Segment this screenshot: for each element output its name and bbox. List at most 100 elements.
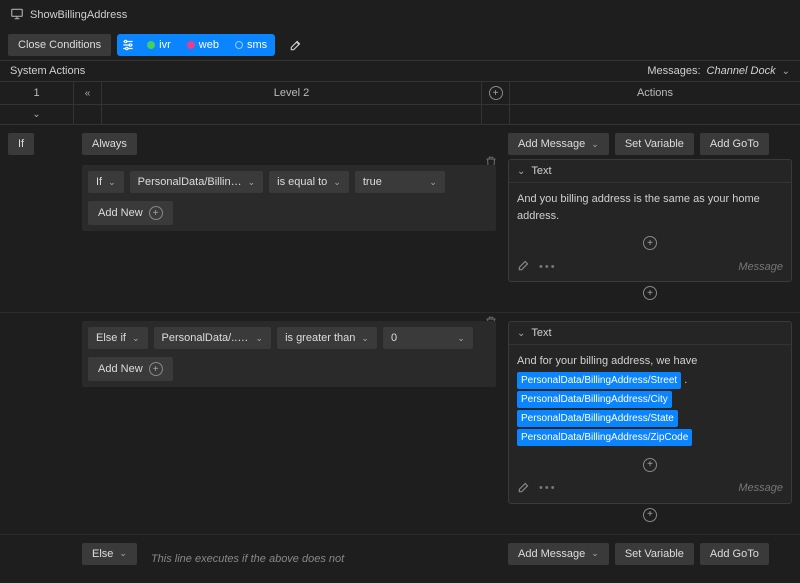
expand-toggle[interactable]: ⌄	[0, 105, 74, 124]
message-prefix: And for your billing address, we have	[517, 355, 697, 367]
set-variable-button[interactable]: Set Variable	[615, 543, 694, 565]
cond-value-select[interactable]: 0⌄	[383, 327, 473, 349]
spacer	[102, 105, 482, 124]
col-level: Level 2	[102, 82, 482, 104]
message-block: ⌄Text And you billing address is the sam…	[508, 159, 792, 282]
label: PersonalData/Billin…	[138, 176, 242, 188]
message-footer-label: Message	[738, 261, 783, 273]
label: Add Message	[518, 138, 585, 150]
sub-toolbar: System Actions Messages: Channel Dock ⌄	[0, 61, 800, 82]
else-hint: This line executes if the above does not	[147, 543, 348, 575]
channel-selector[interactable]: ivr web sms	[117, 34, 275, 56]
edit-message-icon[interactable]	[517, 258, 531, 275]
channel-ivr[interactable]: ivr	[139, 35, 179, 55]
message-header[interactable]: ⌄Text	[509, 160, 791, 183]
branch-row-2: Else if ⌄ PersonalData/../Zi…⌄ is greater…	[0, 313, 800, 535]
variable-token[interactable]: PersonalData/BillingAddress/State	[517, 410, 678, 427]
add-action-below[interactable]: +	[508, 282, 792, 304]
tag-label: Always	[92, 138, 127, 150]
add-new-condition-button[interactable]: Add New +	[88, 357, 173, 381]
col-collapse[interactable]: «	[74, 82, 102, 104]
cond-value-select[interactable]: true ⌄	[355, 171, 445, 193]
grid-header: 1 « Level 2 + Actions	[0, 82, 800, 105]
cond-kind-select[interactable]: Else if ⌄	[88, 327, 148, 349]
status-dot-icon	[235, 41, 243, 49]
add-message-button[interactable]: Add Message⌄	[508, 543, 609, 565]
chevron-down-icon: ⌄	[132, 333, 140, 344]
dock-prefix: Messages:	[647, 65, 700, 77]
spacer	[510, 105, 800, 124]
tag-label: Else	[92, 548, 113, 560]
message-block: ⌄Text And for your billing address, we h…	[508, 321, 792, 504]
message-type-label: Text	[531, 327, 551, 339]
cond-op-select[interactable]: is greater than ⌄	[277, 327, 377, 349]
col-add[interactable]: +	[482, 82, 510, 104]
plus-icon: +	[149, 362, 163, 376]
always-tag[interactable]: Always	[82, 133, 137, 155]
variable-token[interactable]: PersonalData/BillingAddress/Street	[517, 372, 681, 389]
add-message-button[interactable]: Add Message ⌄	[508, 133, 609, 155]
add-line-button[interactable]: +	[509, 454, 791, 476]
grid-expand-row: ⌄	[0, 105, 800, 125]
more-icon[interactable]: •••	[539, 482, 557, 494]
message-body[interactable]: And for your billing address, we have Pe…	[509, 345, 791, 454]
cond-field-select[interactable]: PersonalData/../Zi…⌄	[154, 327, 272, 349]
status-dot-icon	[147, 41, 155, 49]
dock-value: Channel Dock	[707, 65, 776, 77]
add-goto-button[interactable]: Add GoTo	[700, 133, 769, 155]
cond-field-select[interactable]: PersonalData/Billin… ⌄	[130, 171, 263, 193]
channel-label: ivr	[159, 39, 171, 51]
condition-group: If⌄ PersonalData/Billin… ⌄ is equal to⌄ t…	[82, 165, 496, 231]
if-tag[interactable]: If	[8, 133, 34, 155]
label: is greater than	[285, 332, 355, 344]
message-header[interactable]: ⌄Text	[509, 322, 791, 345]
spacer	[74, 105, 102, 124]
chevron-down-icon: ⌄	[517, 166, 525, 177]
label: Add Message	[518, 548, 585, 560]
chevron-down-icon: ⌄	[248, 177, 256, 188]
col-actions: Actions	[510, 82, 800, 104]
more-icon[interactable]: •••	[539, 261, 557, 273]
spacer	[482, 105, 510, 124]
add-line-button[interactable]: +	[509, 232, 791, 254]
toolbar: Close Conditions ivr web sms	[0, 30, 800, 61]
branch-row-1: If Always If⌄ PersonalData/Billin… ⌄ is e…	[0, 125, 800, 313]
variable-token[interactable]: PersonalData/BillingAddress/City	[517, 391, 672, 408]
plus-icon: +	[149, 206, 163, 220]
chevron-down-icon: ⌄	[32, 109, 40, 120]
chevron-down-icon: ⌄	[119, 548, 127, 559]
variable-token[interactable]: PersonalData/BillingAddress/ZipCode	[517, 429, 692, 446]
set-variable-button[interactable]: Set Variable	[615, 133, 694, 155]
message-body[interactable]: And you billing address is the same as y…	[509, 183, 791, 232]
add-new-condition-button[interactable]: Add New +	[88, 201, 173, 225]
label: Add New	[98, 207, 143, 219]
add-action-below[interactable]: +	[508, 504, 792, 526]
system-actions-label: System Actions	[10, 65, 85, 77]
channel-sms[interactable]: sms	[227, 35, 275, 55]
chevron-down-icon: ⌄	[429, 177, 437, 188]
settings-icon[interactable]	[117, 34, 139, 56]
condition-group: Else if ⌄ PersonalData/../Zi…⌄ is greater…	[82, 321, 496, 387]
close-conditions-button[interactable]: Close Conditions	[8, 34, 111, 56]
channel-web[interactable]: web	[179, 35, 227, 55]
cond-kind-select[interactable]: If⌄	[88, 171, 124, 193]
plus-icon: +	[643, 458, 657, 472]
messages-dock-selector[interactable]: Messages: Channel Dock ⌄	[647, 65, 790, 77]
if-label: If	[18, 138, 24, 150]
edit-message-icon[interactable]	[517, 480, 531, 497]
plus-icon: +	[489, 86, 503, 100]
chevron-down-icon: ⌄	[256, 333, 264, 344]
edit-button[interactable]	[285, 34, 307, 56]
label: Add New	[98, 363, 143, 375]
col-1: 1	[0, 82, 74, 104]
chevron-down-icon: ⌄	[591, 139, 599, 150]
add-goto-button[interactable]: Add GoTo	[700, 543, 769, 565]
status-dot-icon	[187, 41, 195, 49]
chevron-left-double-icon: «	[85, 88, 91, 99]
label: Else if	[96, 332, 126, 344]
monitor-icon	[10, 7, 24, 24]
else-tag[interactable]: Else ⌄	[82, 543, 137, 565]
cond-op-select[interactable]: is equal to⌄	[269, 171, 349, 193]
chevron-down-icon: ⌄	[361, 333, 369, 344]
label: true	[363, 176, 382, 188]
